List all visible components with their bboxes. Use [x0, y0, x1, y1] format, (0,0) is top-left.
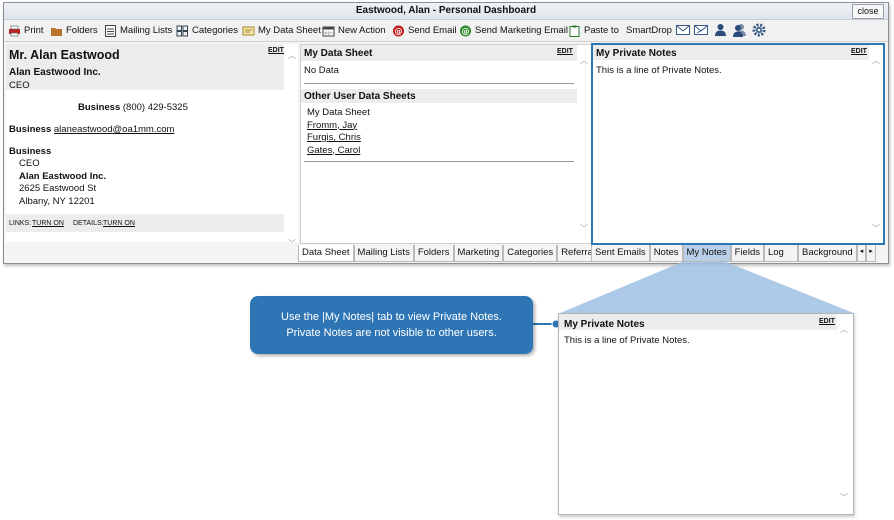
scroll-down-arrow[interactable]: ﹀ [839, 494, 849, 502]
zoom-notes-title: My Private Notes [564, 319, 645, 330]
zoomed-notes-panel: My Private Notes EDIT This is a line of … [558, 313, 854, 515]
zoom-notes-edit-link[interactable]: EDIT [819, 318, 835, 325]
scroll-up-arrow[interactable]: ︿ [839, 326, 849, 334]
zoom-notes-text: This is a line of Private Notes. [564, 335, 690, 346]
callout-line: Use the |My Notes| tab to view Private N… [281, 311, 502, 323]
callout-bubble: Use the |My Notes| tab to view Private N… [250, 296, 533, 354]
callout-line: Private Notes are not visible to other u… [286, 327, 497, 339]
